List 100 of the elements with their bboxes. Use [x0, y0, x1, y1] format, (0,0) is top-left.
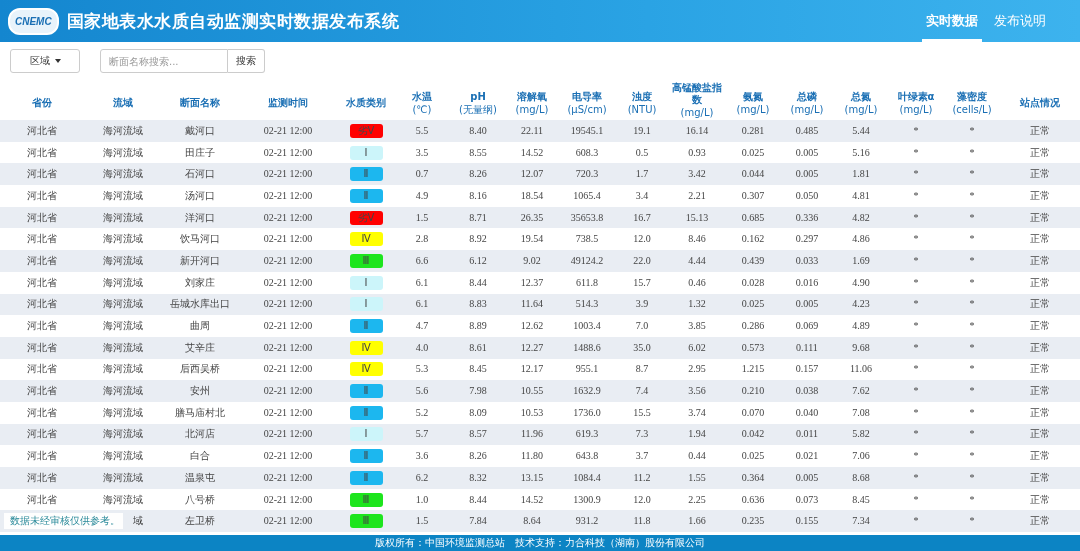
table-cell: 608.3: [575, 146, 599, 158]
table-cell: 11.96: [520, 428, 544, 440]
table-cell: 正常: [1030, 363, 1050, 375]
table-cell: 安州: [190, 385, 210, 397]
table-cell: 1736.0: [573, 406, 601, 418]
table-cell: 3.42: [688, 168, 706, 180]
table-cell: 5.82: [852, 428, 870, 440]
table-cell: 海河流域: [103, 168, 143, 180]
region-dropdown[interactable]: 区域: [10, 49, 80, 73]
table-cell: 后西吴桥: [180, 363, 220, 375]
table-cell: *: [913, 450, 919, 462]
table-cell: 9.02: [523, 254, 541, 266]
table-cell: 海河流域: [103, 298, 143, 310]
table-cell: *: [969, 211, 975, 223]
table-cell: *: [913, 254, 919, 266]
table-cell: 8.7: [635, 363, 649, 375]
search-button[interactable]: 搜索: [228, 49, 265, 73]
column-header: 总氮: [851, 91, 871, 103]
table-cell: 1.7: [635, 168, 649, 180]
table-cell: 12.07: [520, 168, 544, 180]
table-cell: 新开河口: [180, 254, 220, 266]
table-cell: 洋河口: [185, 211, 215, 223]
table-cell: 8.45: [852, 493, 870, 505]
table-cell: 514.3: [575, 298, 599, 310]
table-cell: 19.1: [633, 124, 651, 136]
table-cell: 4.44: [688, 254, 706, 266]
column-header: 高锰酸盐指数: [671, 82, 723, 106]
quality-badge: Ⅱ: [349, 384, 383, 399]
column-header: 氨氮: [743, 91, 763, 103]
quality-badge: Ⅲ: [349, 492, 383, 507]
search-field[interactable]: 断面名称搜索...: [100, 49, 228, 73]
table-cell: 左卫桥: [185, 515, 215, 527]
table-cell: 0.336: [795, 211, 819, 223]
table-cell: 0.297: [795, 233, 819, 245]
table-cell: 1632.9: [573, 385, 601, 397]
table-cell: *: [969, 298, 975, 310]
table-cell: 8.55: [469, 146, 487, 158]
table-cell: 2.25: [688, 493, 706, 505]
table-cell: 河北省: [27, 320, 57, 332]
table-cell: *: [969, 406, 975, 418]
table-cell: 12.17: [520, 363, 544, 375]
table-cell: 正常: [1030, 233, 1050, 245]
table-cell: 0.050: [795, 189, 819, 201]
column-unit: (mg/L): [843, 104, 879, 115]
table-cell: 4.81: [852, 189, 870, 201]
table-cell: 12.27: [520, 341, 544, 353]
table-cell: 7.84: [469, 515, 487, 527]
table-cell: 14.52: [520, 493, 544, 505]
table-cell: 02-21 12:00: [263, 493, 313, 505]
table-cell: 海河流域: [103, 363, 143, 375]
table-cell: 正常: [1030, 211, 1050, 223]
table-cell: 35.0: [633, 341, 651, 353]
table-cell: 02-21 12:00: [263, 320, 313, 332]
table-cell: 白合: [190, 450, 210, 462]
notice-text: 数据未经审核仅供参考。: [4, 513, 123, 530]
table-cell: 河北省: [27, 233, 57, 245]
table-cell: 49124.2: [570, 254, 604, 266]
table-cell: 11.2: [633, 471, 651, 483]
table-cell: 正常: [1030, 254, 1050, 266]
table-cell: 5.3: [415, 363, 429, 375]
table-cell: 5.2: [415, 406, 429, 418]
table-cell: 正常: [1030, 146, 1050, 158]
table-cell: 5.6: [415, 385, 429, 397]
table-cell: 02-21 12:00: [263, 276, 313, 288]
table-cell: 5.7: [415, 428, 429, 440]
table-cell: 0.155: [795, 515, 819, 527]
table-cell: *: [913, 363, 919, 375]
table-cell: 0.005: [795, 168, 819, 180]
table-cell: 正常: [1030, 493, 1050, 505]
table-cell: 10.55: [520, 385, 544, 397]
column-unit: (NTU): [626, 104, 658, 115]
table-cell: 12.0: [633, 233, 651, 245]
table-cell: 0.044: [741, 168, 765, 180]
table-cell: 1.32: [688, 298, 706, 310]
table-cell: 石河口: [185, 168, 215, 180]
table-cell: 26.35: [520, 211, 544, 223]
table-cell: 4.82: [852, 211, 870, 223]
table-cell: 9.68: [852, 341, 870, 353]
table-cell: 1.215: [741, 363, 765, 375]
table-cell: 7.62: [852, 385, 870, 397]
table-cell: 河北省: [27, 146, 57, 158]
table-cell: 河北省: [27, 124, 57, 136]
table-cell: 02-21 12:00: [263, 471, 313, 483]
table-cell: 海河流域: [103, 320, 143, 332]
table-cell: 戴河口: [185, 124, 215, 136]
table-cell: 正常: [1030, 341, 1050, 353]
quality-badge: Ⅰ: [349, 275, 383, 290]
table-cell: 02-21 12:00: [263, 363, 313, 375]
column-unit: (μS/cm): [566, 104, 608, 115]
table-cell: 02-21 12:00: [263, 450, 313, 462]
table-cell: 岳城水库出口: [170, 298, 230, 310]
table-cell: 4.89: [852, 320, 870, 332]
column-header: 总磷: [797, 91, 817, 103]
table-cell: 02-21 12:00: [263, 146, 313, 158]
table-cell: 10.53: [520, 406, 544, 418]
site-title: 国家地表水水质自动监测实时数据发布系统: [66, 9, 400, 33]
column-unit: (mg/L): [679, 107, 715, 118]
table-cell: 18.54: [520, 189, 544, 201]
caret-icon: [54, 59, 61, 63]
table-cell: *: [969, 320, 975, 332]
